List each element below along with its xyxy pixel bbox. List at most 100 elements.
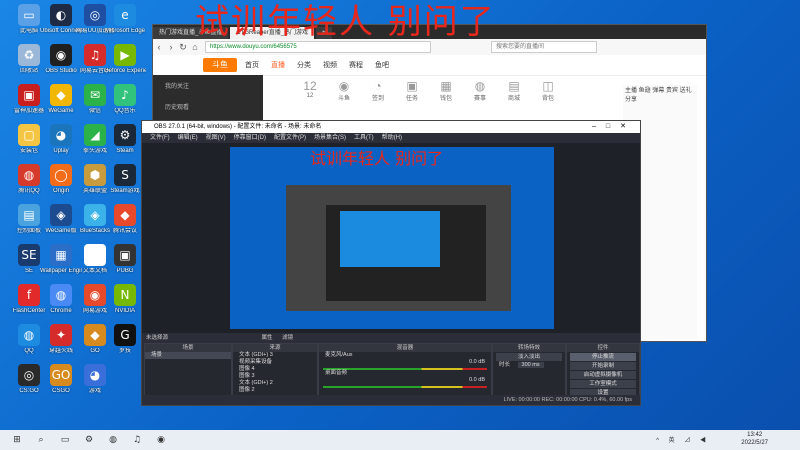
nav-link[interactable]: 鱼吧: [375, 60, 389, 70]
app-icon: ⚙: [114, 124, 136, 146]
app-icon: ♻: [18, 44, 40, 66]
task-view-icon[interactable]: ▭: [58, 433, 72, 447]
desktop-icon-label: PUBG: [116, 268, 134, 274]
virtual-camera-button[interactable]: 启动虚拟摄像机: [570, 371, 636, 379]
studio-mode-button[interactable]: 工作室模式: [570, 380, 636, 388]
start-icon[interactable]: ⊞: [10, 433, 24, 447]
app-icon: N: [114, 284, 136, 306]
category-label: 赛事: [473, 96, 486, 102]
desktop-icon[interactable]: S Steam游戏: [104, 164, 146, 206]
clock-time: 13:42: [747, 432, 763, 438]
app-icon: ▣: [18, 84, 40, 106]
source-item[interactable]: 视频采集设备: [233, 359, 317, 366]
search-input[interactable]: 搜索您要的直播间: [491, 41, 597, 53]
menu-item[interactable]: 帮助(H): [382, 133, 402, 143]
category-item[interactable]: ◫ 背包: [531, 79, 565, 102]
desktop-icon[interactable]: e Microsoft Edge: [104, 4, 146, 46]
category-label: 任务: [405, 96, 418, 102]
transition-select[interactable]: 淡入淡出: [496, 353, 562, 361]
desktop-icon-label: NVIDIA: [114, 308, 135, 314]
forward-icon[interactable]: ›: [165, 41, 177, 53]
menu-item[interactable]: 场景集合(S): [314, 133, 346, 143]
category-item[interactable]: ▣ 任务: [395, 79, 429, 102]
clock[interactable]: 13:42 2022/5/27: [741, 431, 768, 447]
duration-field[interactable]: 300 ms: [517, 362, 544, 368]
category-label: 签到: [371, 96, 384, 102]
music-taskbar-icon[interactable]: ♫: [130, 433, 144, 447]
desktop-icon-label: 游戏: [88, 388, 101, 394]
desktop-icon-label: Steam游戏: [110, 188, 140, 194]
desktop-icon-label: Geforce Experience: [104, 68, 146, 74]
desktop-icon[interactable]: ▶ Geforce Experience: [104, 44, 146, 86]
category-label: 商城: [507, 96, 520, 102]
nav-link[interactable]: 分类: [297, 60, 311, 70]
category-icon: ▣: [406, 79, 418, 93]
properties-button[interactable]: 属性: [262, 335, 273, 341]
desktop-icon[interactable]: ⚙ Steam: [104, 124, 146, 166]
volume-meter[interactable]: [323, 386, 487, 388]
steam-taskbar-icon[interactable]: ⚙: [82, 433, 96, 447]
obs-taskbar-icon[interactable]: ◉: [154, 433, 168, 447]
search-icon[interactable]: ⌕: [34, 433, 48, 447]
menu-item[interactable]: 文件(F): [150, 133, 170, 143]
system-tray[interactable]: ^ 英 ⊿ ◀: [656, 435, 710, 444]
filters-button[interactable]: 滤镜: [282, 335, 293, 341]
nav-link[interactable]: 首页: [245, 60, 259, 70]
app-icon: ◕: [84, 364, 106, 386]
app-icon: ◆: [84, 324, 106, 346]
dock-title: 场景: [145, 344, 231, 352]
source-item[interactable]: 文本 (GDI+) 3: [233, 352, 317, 359]
obs-preview[interactable]: 试训年轻人 别问了: [142, 143, 640, 333]
source-item[interactable]: 图像 4: [233, 366, 317, 373]
app-icon: ▭: [18, 4, 40, 26]
desktop-icon-label: QQ音乐: [114, 108, 136, 114]
obs-window[interactable]: OBS 27.0.1 (64-bit, windows) - 配置文件: 未命名…: [141, 120, 641, 406]
menu-item[interactable]: 配置文件(P): [274, 133, 306, 143]
app-icon: G: [114, 324, 136, 346]
source-item[interactable]: 文本 (GDI+) 2: [233, 380, 317, 387]
app-icon: ◉: [84, 284, 106, 306]
nav-link[interactable]: 视频: [323, 60, 337, 70]
taskbar: ⊞ ⌕ ▭ ⚙ ◍ ♫ ◉ ^ 英 ⊿ ◀ 13:42 2022/5/27: [0, 430, 800, 450]
nav-link-active[interactable]: 直播: [271, 60, 285, 70]
sidebar-item[interactable]: 我的关注: [153, 75, 263, 96]
app-icon: ◍: [18, 324, 40, 346]
stop-streaming-button[interactable]: 停止推流: [570, 353, 636, 361]
sidebar-item[interactable]: 历史观看: [153, 96, 263, 117]
site-logo[interactable]: 斗鱼: [203, 58, 237, 72]
category-icon: ◍: [474, 79, 486, 93]
menu-item[interactable]: 编辑(E): [178, 133, 198, 143]
category-item[interactable]: ◔ 签到: [361, 79, 395, 102]
desktop-icon[interactable]: ◕ 游戏: [74, 364, 116, 406]
desktop-icon[interactable]: N NVIDIA: [104, 284, 146, 326]
source-item[interactable]: 图像 3: [233, 373, 317, 380]
start-recording-button[interactable]: 开始录制: [570, 362, 636, 370]
desktop-icon[interactable]: ▣ PUBG: [104, 244, 146, 286]
chrome-taskbar-icon[interactable]: ◍: [106, 433, 120, 447]
category-item[interactable]: ◍ 赛事: [463, 79, 497, 102]
app-icon: ▦: [50, 244, 72, 266]
preview-overlay-text: 试训年轻人 别问了: [310, 149, 444, 168]
back-icon[interactable]: ‹: [153, 41, 165, 53]
app-icon: ◈: [50, 204, 72, 226]
scene-item[interactable]: 场景: [145, 352, 231, 359]
category-item[interactable]: ▦ 钱包: [429, 79, 463, 102]
menu-item[interactable]: 视图(V): [206, 133, 226, 143]
window-controls[interactable]: –□✕: [592, 121, 636, 133]
desktop-icon[interactable]: ◆ 腾讯会议: [104, 204, 146, 246]
app-icon: e: [114, 4, 136, 26]
desktop-icon[interactable]: ♪ QQ音乐: [104, 84, 146, 126]
app-icon: ▤: [18, 204, 40, 226]
category-label: 斗鱼: [337, 96, 350, 102]
category-item[interactable]: 12 12: [293, 79, 327, 102]
site-header: 斗鱼 首页 直播 分类 视频 赛程 鱼吧: [153, 55, 706, 76]
app-icon: ◉: [50, 44, 72, 66]
menu-item[interactable]: 停靠窗口(D): [234, 133, 266, 143]
reload-icon[interactable]: ↻: [177, 41, 189, 53]
source-item[interactable]: 图像 2: [233, 387, 317, 394]
category-item[interactable]: ▤ 商城: [497, 79, 531, 102]
desktop-icon[interactable]: G 罗技: [104, 324, 146, 366]
category-item[interactable]: ◉ 斗鱼: [327, 79, 361, 102]
menu-item[interactable]: 工具(T): [354, 133, 374, 143]
nav-link[interactable]: 赛程: [349, 60, 363, 70]
